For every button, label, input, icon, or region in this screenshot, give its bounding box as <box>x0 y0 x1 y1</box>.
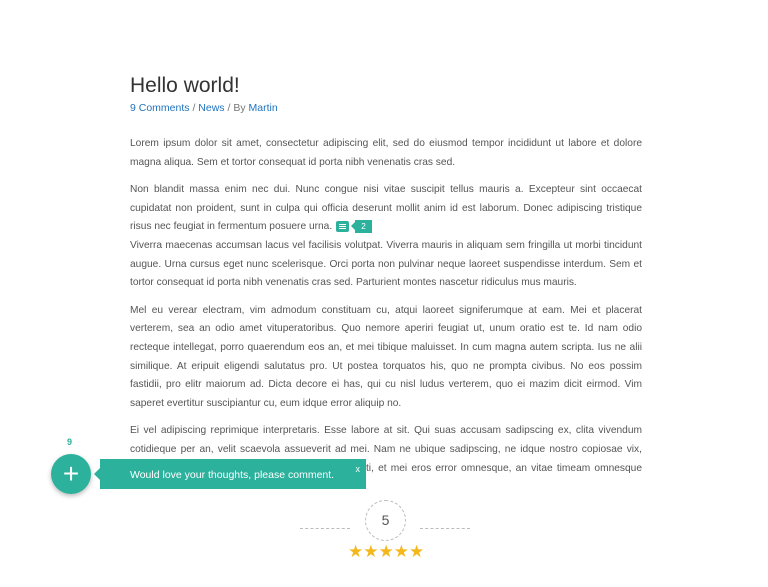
paragraph-text: Non blandit massa enim nec dui. Nunc con… <box>130 184 642 233</box>
paragraph: Mel eu verear electram, vim admodum cons… <box>130 304 642 409</box>
author-link[interactable]: Martin <box>249 102 278 114</box>
comment-prompt-toast: Would love your thoughts, please comment… <box>94 459 366 489</box>
paragraph: Viverra maecenas accumsan lacus vel faci… <box>130 239 642 289</box>
rating-score: 5 <box>365 500 406 541</box>
comment-icon <box>336 221 350 233</box>
post-meta: 9 Comments / News / By Martin <box>130 102 642 114</box>
paragraph: Non blandit massa enim nec dui. Nunc con… <box>130 181 642 237</box>
inline-comment-count: 2 <box>351 220 372 234</box>
meta-by: / By <box>224 102 249 114</box>
divider <box>300 528 350 529</box>
plus-icon: + <box>62 458 80 489</box>
close-icon[interactable]: x <box>356 464 361 474</box>
meta-separator: / <box>189 102 199 114</box>
category-link[interactable]: News <box>198 102 224 114</box>
article: Hello world! 9 Comments / News / By Mart… <box>130 72 642 506</box>
post-body: Lorem ipsum dolor sit amet, consectetur … <box>130 135 642 497</box>
toast-message: Would love your thoughts, please comment… <box>130 469 335 481</box>
post-title: Hello world! <box>130 74 240 97</box>
paragraph: Lorem ipsum dolor sit amet, consectetur … <box>130 138 642 168</box>
rating-widget: 5 ★★★★★ <box>300 496 470 566</box>
comments-link[interactable]: 9 Comments <box>130 102 190 114</box>
divider <box>420 528 470 529</box>
add-comment-button[interactable]: + <box>51 454 91 494</box>
star-rating[interactable]: ★★★★★ <box>348 542 424 562</box>
comment-count-badge: 9 <box>67 437 73 447</box>
inline-comment-button[interactable]: 2 <box>336 220 372 234</box>
